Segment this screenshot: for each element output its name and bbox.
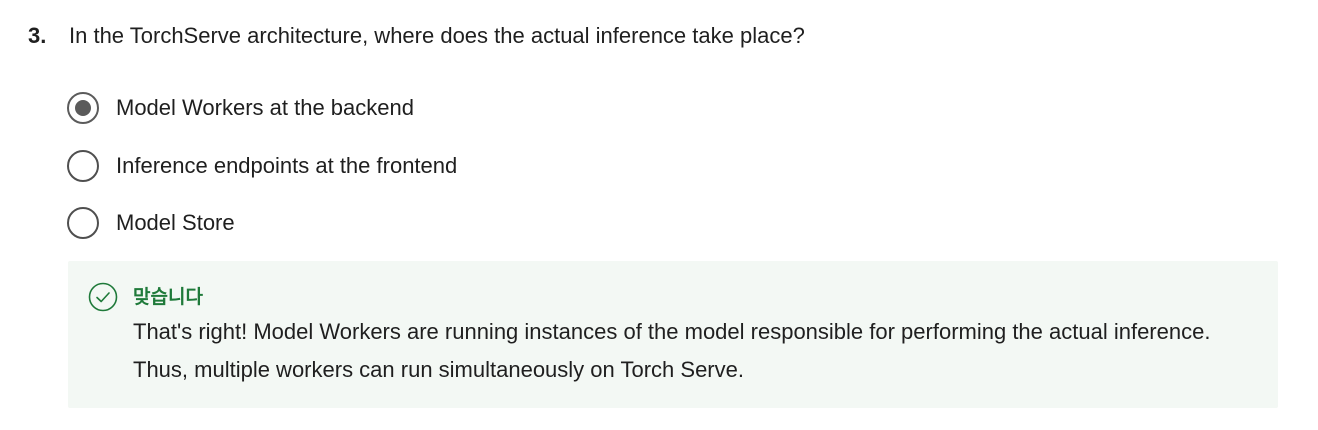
option-label: Model Store: [116, 210, 235, 235]
radio-button-selected[interactable]: [67, 92, 99, 124]
option-model-workers[interactable]: Model Workers at the backend: [67, 88, 867, 128]
radio-button[interactable]: [67, 207, 99, 239]
question-text: In the TorchServe architecture, where do…: [69, 23, 805, 48]
option-label: Model Workers at the backend: [116, 95, 414, 120]
check-circle-icon: [88, 282, 118, 312]
question-number: 3.: [28, 23, 47, 48]
feedback-title: 맞습니다: [133, 286, 203, 308]
radio-dot: [75, 100, 91, 116]
option-label: Inference endpoints at the frontend: [116, 152, 458, 178]
radio-button[interactable]: [67, 149, 99, 182]
question-header: 3. In the TorchServe architecture, where…: [28, 18, 1288, 54]
option-inference-endpoints[interactable]: Inference endpoints at the frontend: [67, 146, 867, 186]
feedback-text: That's right! Model Workers are running …: [133, 319, 1211, 382]
option-model-store[interactable]: Model Store: [67, 203, 867, 243]
answer-options: Model Workers at the backend Inference e…: [67, 88, 867, 261]
feedback-panel: 맞습니다 That's right! Model Workers are run…: [68, 261, 1278, 408]
